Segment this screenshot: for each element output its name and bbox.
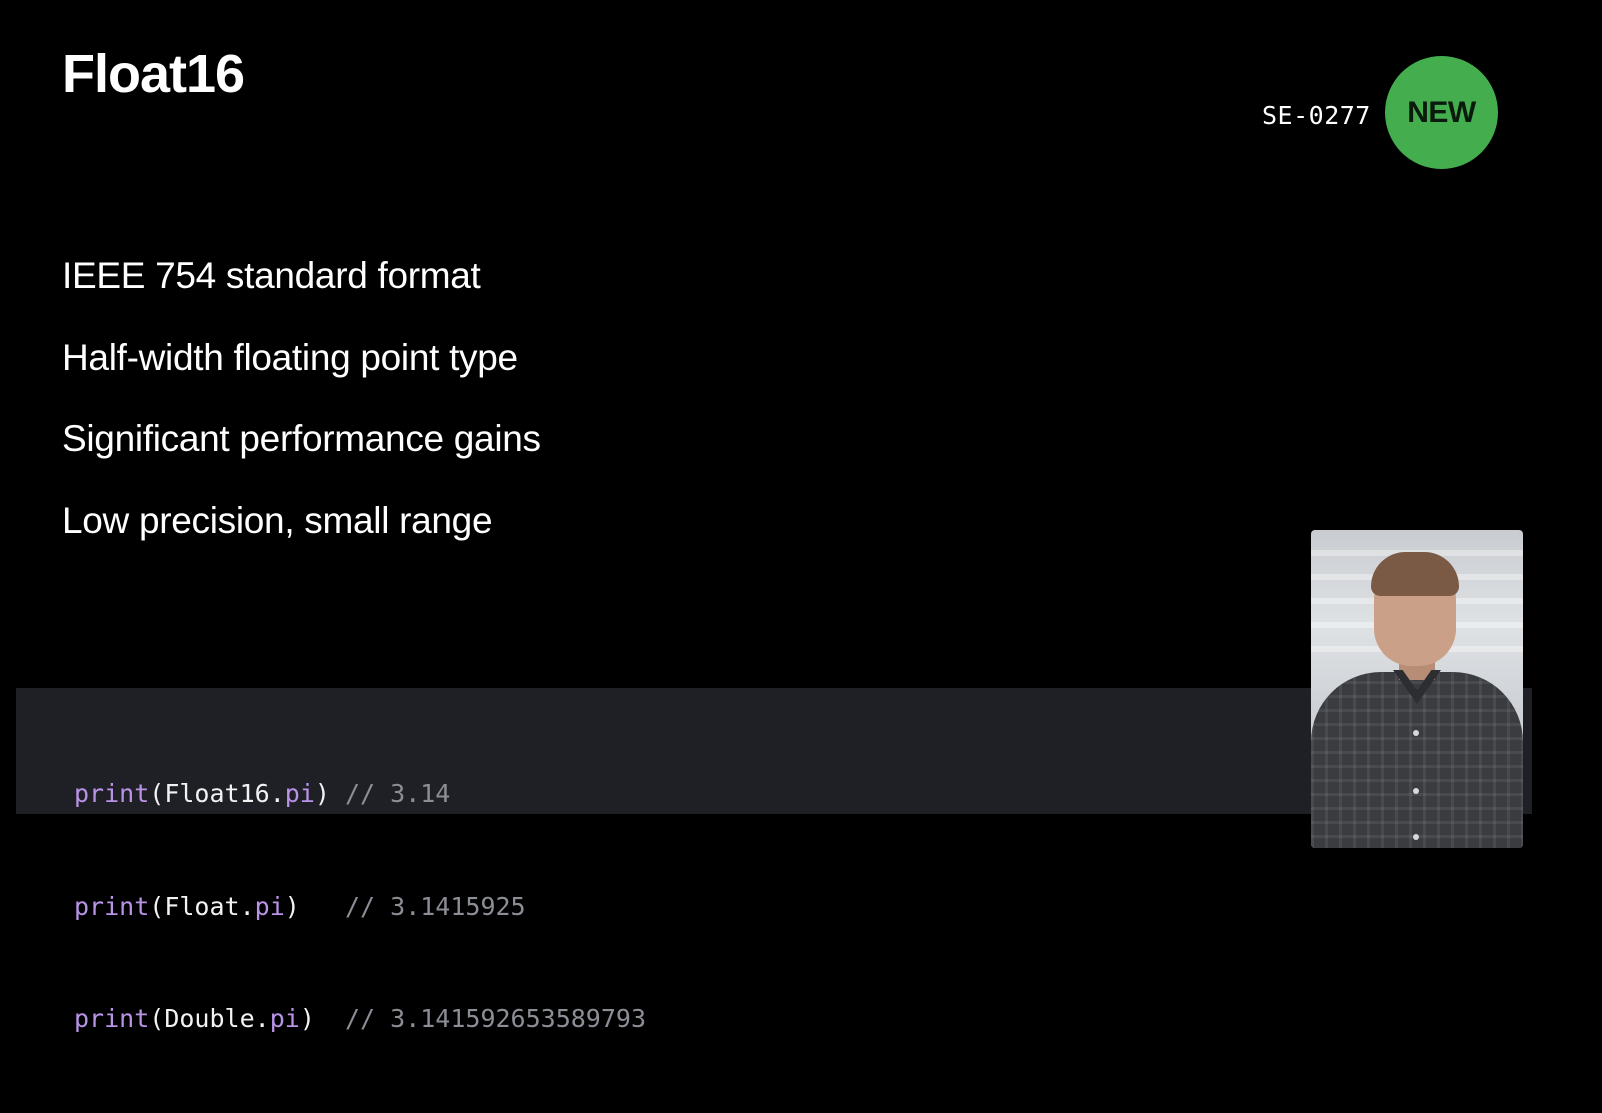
new-badge-label: NEW [1407, 95, 1476, 129]
code-type: Float [164, 891, 240, 921]
bullet-item: IEEE 754 standard format [62, 255, 481, 296]
bullet-item: Significant performance gains [62, 418, 541, 459]
code-paren-close: ) [299, 1004, 315, 1033]
shirt-button [1413, 834, 1419, 840]
code-paren-close: ) [314, 779, 330, 808]
new-badge: NEW [1385, 56, 1498, 169]
code-comment: // 3.1415925 [344, 891, 526, 921]
code-function: print [74, 891, 150, 921]
code-comment: // 3.14 [344, 779, 451, 808]
code-panel: print(Float16.pi) // 3.14 print(Float.pi… [16, 688, 1532, 1033]
shirt-button [1413, 730, 1419, 736]
presenter-hair [1371, 552, 1459, 596]
code-line: print(Float16.pi) // 3.14 [74, 775, 646, 813]
code-comment: // 3.141592653589793 [344, 1004, 647, 1033]
code-padding [315, 1004, 345, 1033]
code-function: print [74, 1004, 150, 1033]
code-type: Float16 [164, 779, 270, 808]
code-type: Double [164, 1004, 255, 1033]
code-property: pi [269, 1004, 300, 1033]
bullet-item: Half-width floating point type [62, 336, 518, 378]
code-property: pi [284, 779, 315, 808]
bullet-list: IEEE 754 standard format Half-width floa… [62, 252, 541, 578]
code-property: pi [254, 891, 285, 921]
code-block: print(Float16.pi) // 3.14 print(Float.pi… [74, 700, 646, 1113]
code-padding [330, 779, 345, 808]
shirt-button [1413, 788, 1419, 794]
code-padding [300, 892, 345, 921]
code-paren-close: ) [284, 891, 300, 921]
presenter-video [1311, 530, 1523, 848]
code-dot: . [239, 891, 255, 921]
code-paren-open: ( [149, 779, 165, 808]
code-dot: . [269, 779, 285, 808]
code-paren-open: ( [149, 1004, 165, 1033]
proposal-id: SE-0277 [1262, 101, 1371, 130]
code-function: print [74, 779, 150, 808]
code-dot: . [254, 1004, 270, 1033]
bullet-item: Low precision, small range [62, 499, 493, 541]
code-line: print(Double.pi) // 3.141592653589793 [74, 1000, 646, 1038]
code-paren-open: ( [149, 891, 165, 921]
slide-title: Float16 [62, 44, 245, 104]
code-line: print(Float.pi) // 3.1415925 [74, 888, 646, 926]
